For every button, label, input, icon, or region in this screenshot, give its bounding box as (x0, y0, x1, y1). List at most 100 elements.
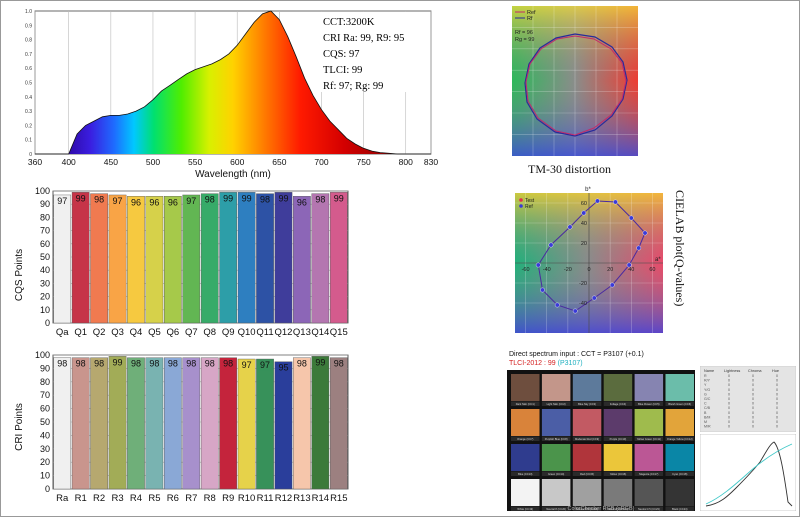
cqs-x-tick: Q9 (222, 327, 235, 338)
cqs-y-label: CQS Points (14, 249, 25, 301)
cri-bar-R4 (127, 357, 145, 490)
cri-bar-value: 98 (297, 359, 307, 369)
cri-y-tick: 0 (45, 484, 50, 494)
spectrum-y-tick: 0.2 (25, 123, 32, 129)
cqs-bar-value: 96 (168, 197, 178, 207)
cielab-point (554, 302, 560, 308)
tlci-swatch-label: White (CC19) (517, 507, 533, 511)
tlci-swatch-label: Bluish Green (CC6) (668, 402, 691, 406)
cqs-x-tick: Q15 (330, 327, 348, 338)
cri-bar-value: 99 (113, 357, 123, 367)
cri-bar-value: 98 (149, 359, 159, 369)
cqs-bar-Q11 (256, 193, 274, 324)
cqs-bar-value: 99 (278, 193, 288, 203)
cqs-x-tick: Q8 (203, 327, 216, 338)
cri-bar-R11 (256, 358, 274, 490)
cri-bar-R3 (108, 356, 127, 490)
spectrum-x-tick: 600 (230, 157, 244, 167)
tlci-swatch (541, 409, 571, 436)
tlci-table-cell: 0 (776, 397, 778, 401)
cqs-bar-Q6 (164, 196, 182, 324)
tlci-swatch (634, 479, 664, 506)
tlci-ref: (P3107) (557, 360, 583, 367)
tlci-swatch (603, 374, 633, 401)
tlci-swatch-label: Orange Yellow (CC12) (667, 437, 693, 441)
cri-x-tick: R5 (148, 493, 160, 504)
cielab-point (591, 295, 597, 301)
spectrum-info-box: CCT:3200K CRI Ra: 99, R9: 95 CQS: 97 TLC… (319, 12, 430, 92)
tlci-swatch-label: Purple (CC10) (610, 437, 627, 441)
tlci-table-cell: C/B (704, 406, 711, 410)
cqs-bar-Q10 (237, 192, 256, 324)
cri-bar-value: 98 (94, 359, 104, 369)
tlci-table-cell: 0 (728, 383, 730, 387)
cqs-y-tick: 80 (40, 212, 50, 222)
tm30-caption: TM-30 distortion (528, 162, 611, 176)
spectrum-x-tick: 450 (104, 157, 118, 167)
spectrum-y-ticks: 0 0.1 0.2 0.3 0.4 0.5 0.6 0.7 0.8 0.9 1.0 (25, 9, 32, 158)
cqs-y-tick: 90 (40, 199, 50, 209)
cqs-bar-Q14 (311, 193, 330, 324)
tlci-swatch-label: Neutral 3.5 (CC23) (638, 507, 660, 511)
cri-y-tick: 10 (40, 471, 50, 481)
cqs-bar-value: 99 (334, 193, 344, 203)
cri-x-tick: R7 (185, 493, 197, 504)
cri-x-tick: R11 (257, 493, 274, 504)
tm30-legend-rf: Rf (527, 16, 533, 22)
cri-bar-value: 95 (278, 363, 288, 373)
info-cri: CRI Ra: 99, R9: 95 (323, 33, 404, 44)
cqs-y-tick: 20 (40, 292, 50, 302)
cqs-bar-Qa (53, 194, 72, 324)
tlci-swatch (511, 444, 540, 471)
cri-bar-R5 (145, 357, 164, 490)
cielab-x-tick: 20 (607, 267, 613, 273)
tlci-swatch-label: Moderate Red (CC9) (575, 437, 599, 441)
spectrum-y-tick: 0 (29, 152, 32, 158)
spectrum-y-tick: 1.0 (25, 9, 32, 15)
cielab-a-axis: a* (655, 257, 661, 263)
tlci-table-cell: 0 (776, 402, 778, 406)
spectrum-chart: 360 400 450 500 550 600 650 700 750 800 830 0 0.1 0.… (25, 9, 438, 180)
tlci-table: Name Lightness Chroma HueR 0 0 0R/Y 0 0 0Y 0 0 0Y/G 0… (700, 366, 796, 432)
cqs-bar-value: 98 (315, 195, 325, 205)
cielab-x-tick: 0 (587, 267, 590, 273)
cri-y-tick: 60 (40, 404, 50, 414)
cri-x-tick: R15 (330, 493, 347, 504)
cqs-y-tick: 10 (40, 305, 50, 315)
spectrum-x-tick: 830 (424, 157, 438, 167)
tlci-table-cell: 0 (752, 402, 754, 406)
tlci-swatch (665, 374, 694, 401)
cqs-bar-Q8 (200, 193, 219, 324)
spectrum-y-tick: 0.9 (25, 23, 32, 29)
cqs-bar-value: 96 (297, 197, 307, 207)
tlci-swatch-label: Dark Skin (CC1) (516, 402, 535, 406)
tlci-table-cell: 0 (728, 379, 730, 383)
tlci-swatch-label: Foliage (CC4) (610, 402, 626, 406)
cqs-x-tick: Q13 (293, 327, 311, 338)
tlci-table-cell: G (704, 392, 707, 396)
tlci-swatch (572, 374, 602, 401)
tlci-swatch-label: Yellow Green (CC11) (637, 437, 661, 441)
cqs-y-tick: 40 (40, 265, 50, 275)
tlci-table-cell: 0 (776, 374, 778, 378)
tlci-swatch (572, 444, 602, 471)
tlci-table-cell: 0 (752, 411, 754, 415)
cqs-bar-Q2 (90, 193, 108, 324)
cqs-bar-Q7 (182, 194, 201, 324)
cielab-point (581, 210, 587, 216)
tlci-swatch-label: Neutral 8 (CC20) (546, 507, 566, 511)
cri-bar-value: 99 (315, 357, 325, 367)
cri-y-label: CRI Points (14, 403, 25, 451)
tlci-table-cell: 0 (776, 383, 778, 387)
tlci-table-cell: 0 (752, 388, 754, 392)
tlci-table-cell: M (704, 420, 707, 424)
tm30-rf-value: Rf = 96 (515, 30, 533, 36)
tlci-table-cell: 0 (728, 420, 730, 424)
tlci-swatch-label: Blue (CC13) (518, 472, 532, 476)
cri-bar-value: 98 (57, 359, 67, 369)
cqs-y-tick: 70 (40, 226, 50, 236)
cqs-y-tick: 60 (40, 239, 50, 249)
spectrum-y-tick: 0.5 (25, 81, 32, 87)
info-cqs: CQS: 97 (323, 49, 359, 60)
tlci-table-cell: 0 (728, 406, 730, 410)
